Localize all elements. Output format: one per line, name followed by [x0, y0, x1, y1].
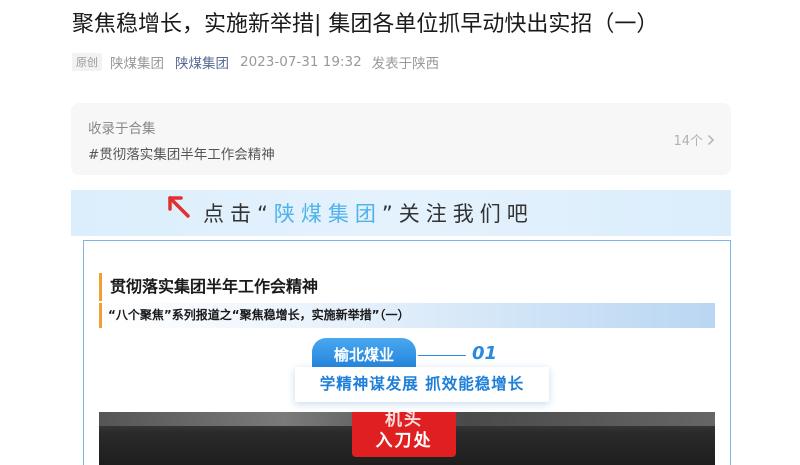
section-title-block: 贯彻落实集团半年工作会精神 — [99, 273, 318, 301]
photo-sign-line1: 机头 — [385, 412, 423, 430]
slogan-box: 学精神谋发展 抓效能稳增长 — [295, 367, 549, 402]
publish-location: 发表于陕西 — [371, 56, 440, 72]
article-meta: 原创 陕煤集团 陕煤集团 2023-07-31 19:32 发表于陕西 — [72, 51, 439, 73]
section-title: 贯彻落实集团半年工作会精神 — [110, 277, 319, 296]
article-photo: 机头 入刀处 — [99, 412, 715, 465]
chevron-right-icon — [707, 134, 715, 145]
follow-suffix: ”关注我们吧 — [381, 202, 534, 226]
author-name: 陕煤集团 — [110, 56, 164, 72]
article-title: 聚焦稳增长，实施新举措| 集团各单位抓早动快出实招（一） — [72, 12, 659, 37]
original-badge: 原创 — [72, 53, 102, 71]
arrow-up-left-icon — [168, 196, 190, 218]
collection-card[interactable]: 收录于合集 #贯彻落实集团半年工作会精神 14个 — [71, 103, 731, 175]
collection-label: 收录于合集 — [88, 121, 156, 137]
section-subtitle: “八个聚焦”系列报道之“聚焦稳增长，实施新举措”（一） — [99, 303, 715, 328]
photo-sign-line2: 入刀处 — [375, 431, 433, 451]
publish-date: 2023-07-31 19:32 — [240, 54, 362, 70]
follow-text: 点击“陕煤集团”关注我们吧 — [203, 198, 534, 228]
collection-name: #贯彻落实集团半年工作会精神 — [88, 147, 275, 163]
collection-count[interactable]: 14个 — [673, 130, 715, 149]
photo-sign: 机头 入刀处 — [352, 412, 456, 457]
follow-banner: 点击“陕煤集团”关注我们吧 — [71, 190, 731, 236]
collection-count-text: 14个 — [673, 134, 703, 149]
follow-account-highlight: 陕煤集团 — [273, 202, 382, 226]
follow-prefix: 点击“ — [203, 202, 274, 226]
unit-number: 01 — [472, 343, 498, 364]
unit-divider — [418, 355, 466, 356]
account-link[interactable]: 陕煤集团 — [175, 52, 229, 72]
